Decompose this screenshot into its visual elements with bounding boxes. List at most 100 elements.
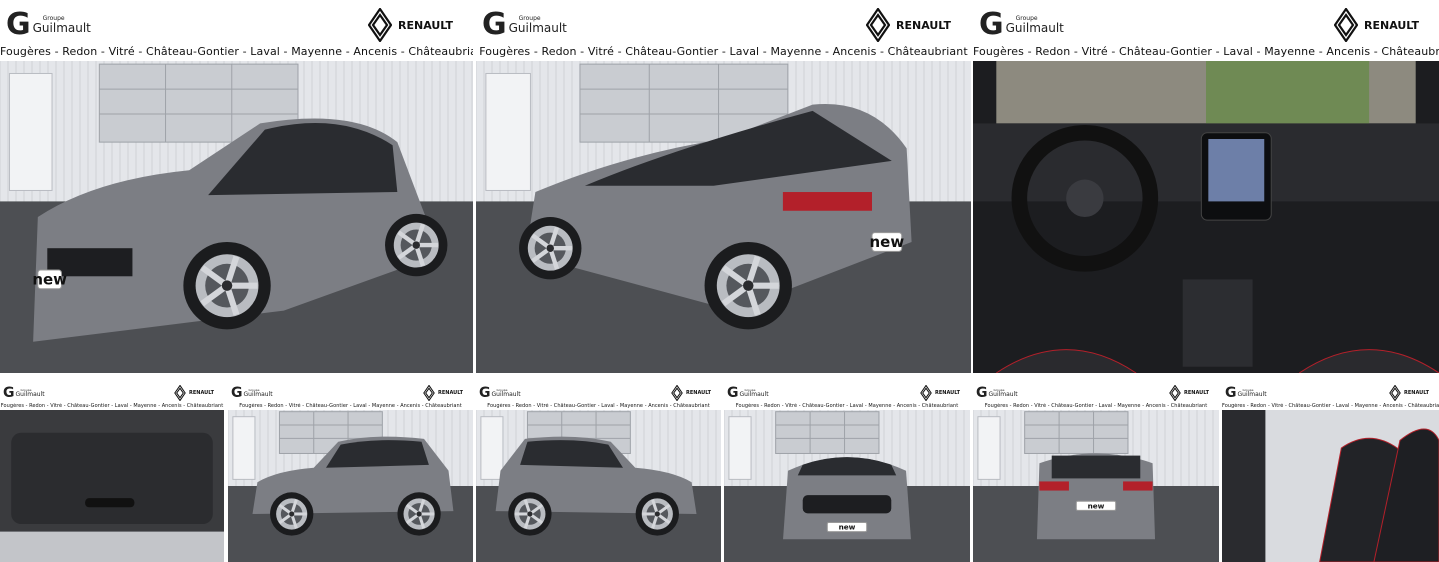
dealer-header: G Groupe Guilmault RENAULT Fougères - Re… — [973, 0, 1439, 61]
renault-brand: RENAULT — [423, 385, 463, 401]
brand-label: RENAULT — [935, 390, 960, 396]
guilmault-g-icon: G — [3, 385, 15, 401]
group-name: Guilmault — [739, 390, 769, 398]
guilmault-g-icon: G — [6, 7, 31, 42]
brand-label: RENAULT — [686, 390, 711, 396]
dealer-towns: Fougères - Redon - Vitré - Château-Gonti… — [0, 403, 224, 409]
guilmault-logo: G Groupe Guilmault — [976, 386, 1018, 400]
renault-brand: RENAULT — [174, 385, 214, 401]
car-photo-image: new — [724, 410, 970, 562]
renault-brand: RENAULT — [920, 385, 960, 401]
photo-rear-three-quarter[interactable]: G Groupe Guilmault RENAULT Fougères - Re… — [476, 0, 971, 373]
guilmault-logo: G Groupe Guilmault — [479, 386, 521, 400]
car-photo: new — [476, 61, 971, 373]
guilmault-g-icon: G — [1225, 385, 1237, 401]
group-name: Guilmault — [508, 21, 567, 35]
car-photo-image: new — [476, 61, 971, 373]
car-photo-image — [0, 410, 224, 562]
guilmault-g-icon: G — [976, 385, 988, 401]
new-plate: new — [1075, 500, 1117, 511]
brand-label: RENAULT — [1404, 390, 1429, 396]
photo-front-three-quarter[interactable]: G Groupe Guilmault RENAULT Fougères - Re… — [0, 0, 473, 373]
guilmault-logo: G Groupe Guilmault — [6, 10, 91, 40]
car-photo — [973, 61, 1439, 373]
guilmault-g-icon: G — [482, 7, 507, 42]
new-plate: new — [826, 521, 868, 533]
photo-dashboard[interactable]: G Groupe Guilmault RENAULT Fougères - Re… — [973, 0, 1439, 373]
car-photo-image — [228, 410, 473, 562]
car-photo-image — [476, 410, 721, 562]
group-name: Guilmault — [1005, 21, 1064, 35]
car-photo-image: new — [0, 61, 473, 373]
car-photo-image — [973, 61, 1439, 373]
group-name: Guilmault — [32, 21, 91, 35]
renault-brand: RENAULT — [1169, 385, 1209, 401]
renault-brand: RENAULT — [368, 8, 453, 42]
dealer-header: G Groupe Guilmault RENAULT Fougères - Re… — [228, 381, 473, 410]
guilmault-logo: G Groupe Guilmault — [482, 10, 567, 40]
photo-rear[interactable]: G Groupe Guilmault RENAULT Fougères - Re… — [973, 381, 1219, 562]
brand-label: RENAULT — [438, 390, 463, 396]
photo-front[interactable]: G Groupe Guilmault RENAULT Fougères - Re… — [724, 381, 970, 562]
dealer-header: G Groupe Guilmault RENAULT Fougères - Re… — [973, 381, 1219, 410]
brand-label: RENAULT — [398, 18, 453, 32]
photo-trunk[interactable]: G Groupe Guilmault RENAULT Fougères - Re… — [0, 381, 224, 562]
guilmault-g-icon: G — [231, 385, 243, 401]
dealer-towns: Fougères - Redon - Vitré - Château-Gonti… — [973, 45, 1439, 58]
renault-brand: RENAULT — [866, 8, 951, 42]
dealer-header: G Groupe Guilmault RENAULT Fougères - Re… — [0, 381, 224, 410]
dealer-towns: Fougères - Redon - Vitré - Château-Gonti… — [239, 403, 462, 409]
guilmault-g-icon: G — [979, 7, 1004, 42]
car-photo-image — [1222, 410, 1439, 562]
renault-diamond-icon — [368, 8, 392, 42]
renault-diamond-icon — [423, 385, 435, 401]
dealer-towns: Fougères - Redon - Vitré - Château-Gonti… — [487, 403, 710, 409]
guilmault-logo: G Groupe Guilmault — [3, 386, 45, 400]
svg-text:new: new — [1088, 501, 1105, 510]
renault-diamond-icon — [1389, 385, 1401, 401]
group-name: Guilmault — [491, 390, 521, 398]
new-plate: new — [870, 232, 905, 252]
brand-label: RENAULT — [896, 18, 951, 32]
guilmault-logo: G Groupe Guilmault — [727, 386, 769, 400]
svg-text:new: new — [870, 233, 905, 251]
new-plate: new — [32, 269, 67, 290]
dealer-header: G Groupe Guilmault RENAULT Fougères - Re… — [0, 0, 473, 61]
group-name: Guilmault — [1237, 390, 1267, 398]
group-name: Guilmault — [988, 390, 1018, 398]
guilmault-logo: G Groupe Guilmault — [979, 10, 1064, 40]
group-name: Guilmault — [243, 390, 273, 398]
renault-brand: RENAULT — [1334, 8, 1419, 42]
dealer-towns: Fougères - Redon - Vitré - Château-Gonti… — [0, 45, 473, 58]
dealer-towns: Fougères - Redon - Vitré - Château-Gonti… — [984, 403, 1208, 409]
car-photo — [1222, 410, 1439, 562]
renault-brand: RENAULT — [671, 385, 711, 401]
svg-text:new: new — [32, 271, 67, 289]
photo-front-seats[interactable]: G Groupe Guilmault RENAULT Fougères - Re… — [1222, 381, 1439, 562]
car-photo: new — [0, 61, 473, 373]
guilmault-g-icon: G — [727, 385, 739, 401]
brand-label: RENAULT — [189, 390, 214, 396]
brand-label: RENAULT — [1184, 390, 1209, 396]
dealer-towns: Fougères - Redon - Vitré - Château-Gonti… — [479, 45, 968, 58]
renault-brand: RENAULT — [1389, 385, 1429, 401]
renault-diamond-icon — [866, 8, 890, 42]
dealer-towns: Fougères - Redon - Vitré - Château-Gonti… — [735, 403, 959, 409]
group-name: Guilmault — [15, 390, 45, 398]
dealer-towns: Fougères - Redon - Vitré - Château-Gonti… — [1222, 403, 1439, 409]
photo-side-right[interactable]: G Groupe Guilmault RENAULT Fougères - Re… — [476, 381, 721, 562]
photo-side-left[interactable]: G Groupe Guilmault RENAULT Fougères - Re… — [228, 381, 473, 562]
guilmault-g-icon: G — [479, 385, 491, 401]
dealer-header: G Groupe Guilmault RENAULT Fougères - Re… — [1222, 381, 1439, 410]
car-photo — [0, 410, 224, 562]
renault-diamond-icon — [671, 385, 683, 401]
car-photo — [476, 410, 721, 562]
renault-diamond-icon — [174, 385, 186, 401]
renault-diamond-icon — [1334, 8, 1358, 42]
renault-diamond-icon — [1169, 385, 1181, 401]
dealer-header: G Groupe Guilmault RENAULT Fougères - Re… — [476, 381, 721, 410]
car-photo: new — [973, 410, 1219, 562]
dealer-header: G Groupe Guilmault RENAULT Fougères - Re… — [724, 381, 970, 410]
guilmault-logo: G Groupe Guilmault — [1225, 386, 1267, 400]
car-photo: new — [724, 410, 970, 562]
